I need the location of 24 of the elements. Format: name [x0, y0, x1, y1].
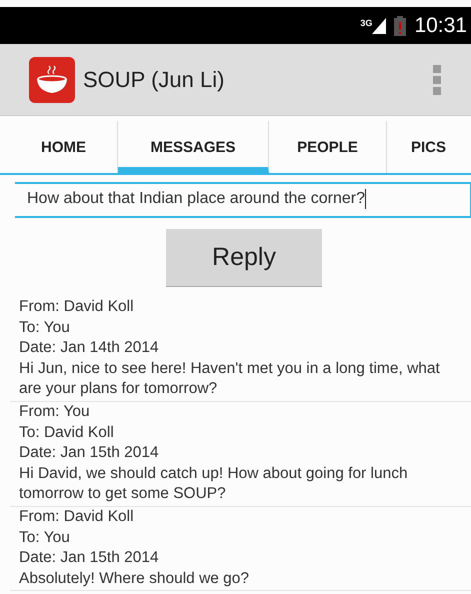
- tab[interactable]: PEOPLE: [269, 121, 387, 173]
- message-sender: From: You: [19, 402, 91, 422]
- network-label: 3G: [360, 18, 372, 28]
- tab[interactable]: HOME: [10, 121, 118, 173]
- tab[interactable]: MESSAGES: [118, 121, 269, 173]
- reply-input-field[interactable]: How about that Indian place around the corner?: [15, 182, 471, 218]
- message-body: Hi David, we should catch up! How about going for lunch tomorrow to get some SOUP?: [19, 464, 409, 504]
- message-date: Date: Jan 15th 2014: [19, 548, 160, 568]
- message-body: Absolutely! Where should we go?: [19, 568, 250, 589]
- app-title: SOUP (Jun Li): [83, 66, 226, 92]
- message-body: Hi Jun, nice to see here! Haven't met you in a long time, what are your plans for tomorrow?: [19, 358, 441, 400]
- signal-icon: [372, 18, 386, 34]
- soup-bowl-icon[interactable]: [29, 56, 75, 102]
- message-sender: From: David Koll: [19, 297, 135, 317]
- battery-alert-icon: [394, 16, 406, 36]
- clock-time: 10:31: [414, 14, 467, 38]
- message-recipient: To: You: [19, 528, 71, 548]
- message-recipient: To: David Koll: [19, 422, 115, 443]
- message-recipient: To: You: [19, 318, 71, 338]
- tab[interactable]: PICS: [387, 121, 470, 173]
- message-date: Date: Jan 14th 2014: [19, 338, 160, 358]
- reply-button[interactable]: Reply: [166, 229, 322, 287]
- message-date: Date: Jan 15th 2014: [19, 443, 160, 464]
- message-sender: From: David Koll: [19, 506, 135, 527]
